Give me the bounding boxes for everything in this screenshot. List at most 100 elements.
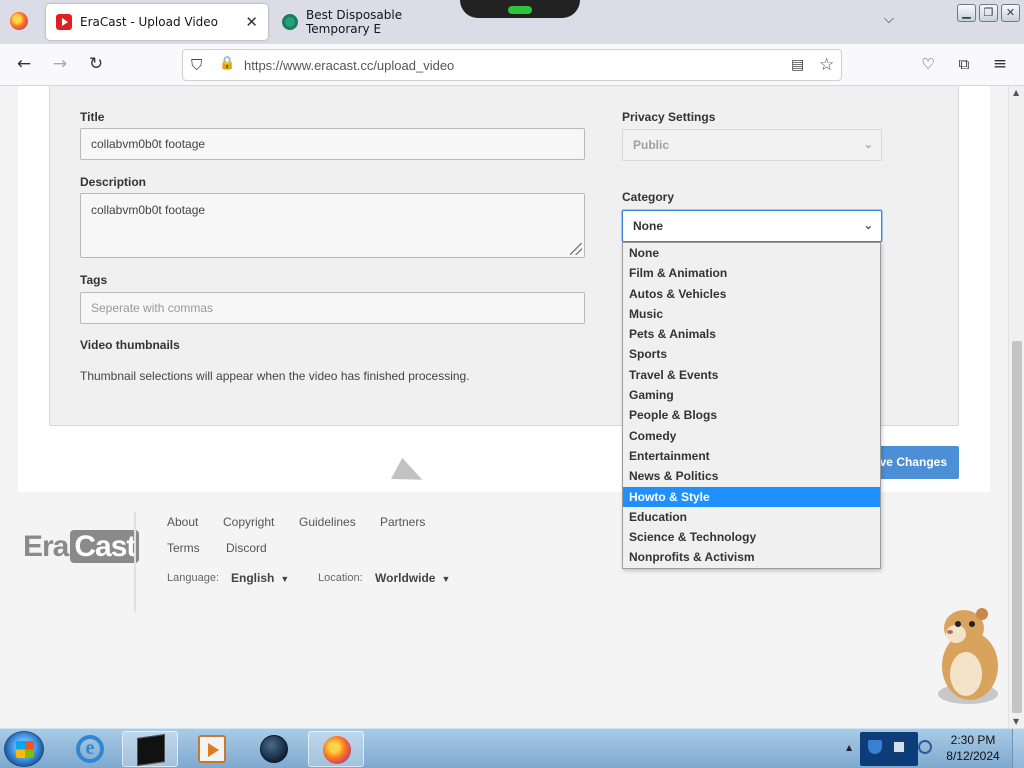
privacy-value: Public: [633, 138, 670, 152]
show-hidden-icons-icon[interactable]: ▲: [846, 743, 852, 752]
menu-icon[interactable]: ≡: [990, 54, 1010, 74]
clock-time: 2:30 PM: [950, 733, 996, 747]
category-option[interactable]: Gaming: [623, 385, 880, 405]
category-option[interactable]: Howto & Style: [623, 486, 880, 507]
desktop-hamster-pet: [938, 608, 998, 704]
privacy-label: Privacy Settings: [622, 110, 716, 124]
category-value: None: [633, 219, 663, 233]
tab-strip: EraCast - Upload Video ✕ Best Disposable…: [0, 0, 1024, 44]
desktop-pet-top: [460, 0, 580, 18]
list-all-tabs-icon[interactable]: ⌵: [884, 12, 894, 27]
category-option[interactable]: None: [623, 243, 880, 263]
title-label: Title: [80, 110, 105, 124]
category-option[interactable]: Film & Animation: [623, 263, 880, 283]
category-option[interactable]: People & Blogs: [623, 405, 880, 425]
logo-cast: Cast: [70, 530, 140, 563]
maximize-button[interactable]: ❐: [979, 4, 998, 22]
pocket-icon[interactable]: ♡: [918, 54, 938, 74]
taskbar-globe-app[interactable]: [246, 731, 302, 767]
category-option[interactable]: Nonprofits & Activism: [623, 547, 880, 567]
terminal-icon: [137, 734, 165, 766]
location-selector[interactable]: Worldwide ▼: [375, 571, 450, 585]
footer-link-discord[interactable]: Discord: [226, 541, 267, 555]
footer-divider: [134, 512, 136, 612]
close-window-button[interactable]: ✕: [1001, 4, 1020, 22]
address-bar[interactable]: ⛉ 🔒 https://www.eracast.cc/upload_video …: [182, 49, 842, 81]
close-tab-icon[interactable]: ✕: [245, 13, 258, 31]
location-label: Location:: [318, 572, 363, 584]
tags-input[interactable]: Seperate with commas: [80, 292, 585, 324]
category-select[interactable]: None ⌄: [622, 210, 882, 242]
scrollbar-thumb[interactable]: [1012, 341, 1022, 713]
category-label: Category: [622, 190, 675, 204]
title-input[interactable]: collabvm0b0t footage: [80, 128, 585, 160]
forward-icon[interactable]: →: [50, 54, 70, 74]
tags-label: Tags: [80, 273, 108, 287]
resize-handle-icon[interactable]: [570, 243, 582, 255]
clock-date: 8/12/2024: [946, 749, 1000, 763]
volume-icon[interactable]: [918, 740, 932, 754]
category-option[interactable]: Science & Technology: [623, 527, 880, 547]
start-button[interactable]: [4, 731, 44, 767]
category-option[interactable]: Autos & Vehicles: [623, 284, 880, 304]
bookmark-star-icon[interactable]: ☆: [819, 55, 834, 75]
chevron-down-icon: ⌄: [863, 139, 873, 151]
lock-icon[interactable]: 🔒: [219, 56, 235, 71]
eracast-logo[interactable]: Era Cast: [23, 530, 140, 564]
category-option[interactable]: News & Politics: [623, 466, 880, 486]
category-option[interactable]: Music: [623, 304, 880, 324]
back-icon[interactable]: ←: [14, 54, 34, 74]
description-textarea[interactable]: collabvm0b0t footage: [80, 193, 585, 258]
eracast-favicon-icon: [56, 14, 72, 30]
language-value: English: [231, 571, 275, 585]
windows-taskbar: e ▲ 2:30 PM 8/12/2024: [0, 728, 1024, 768]
firefox-icon[interactable]: [10, 12, 28, 30]
caret-down-icon: ▼: [441, 574, 451, 584]
navigation-toolbar: ← → ↻ ⛉ 🔒 https://www.eracast.cc/upload_…: [0, 44, 1024, 86]
category-option[interactable]: Pets & Animals: [623, 324, 880, 344]
tracking-protection-icon[interactable]: ⛉: [191, 56, 202, 74]
language-label: Language:: [167, 572, 219, 584]
category-option[interactable]: Comedy: [623, 426, 880, 446]
taskbar-clock[interactable]: 2:30 PM 8/12/2024: [940, 732, 1006, 764]
taskbar-media-player[interactable]: [184, 731, 240, 767]
thumbnails-note: Thumbnail selections will appear when th…: [80, 369, 470, 383]
extensions-icon[interactable]: ⧉: [954, 54, 974, 74]
window-controls: ▁ ❐ ✕: [957, 4, 1020, 22]
category-option[interactable]: Entertainment: [623, 446, 880, 466]
globe-icon: [260, 735, 288, 763]
footer-link-guidelines[interactable]: Guidelines: [299, 515, 356, 529]
category-option[interactable]: Sports: [623, 344, 880, 364]
footer-link-terms[interactable]: Terms: [167, 541, 200, 555]
internet-explorer-icon: e: [76, 735, 104, 763]
footer-link-about[interactable]: About: [167, 515, 198, 529]
tab-title: EraCast - Upload Video: [80, 15, 218, 29]
scroll-down-icon[interactable]: ▼: [1013, 717, 1019, 726]
reader-view-icon[interactable]: ▤: [791, 57, 804, 73]
language-selector[interactable]: English ▼: [231, 571, 289, 585]
network-icon[interactable]: [892, 740, 906, 754]
category-option[interactable]: Travel & Events: [623, 365, 880, 385]
reload-icon[interactable]: ↻: [86, 54, 106, 74]
show-desktop-button[interactable]: [1012, 729, 1024, 768]
logo-era: Era: [23, 530, 69, 563]
chevron-down-icon: ⌄: [863, 220, 873, 232]
footer-link-partners[interactable]: Partners: [380, 515, 425, 529]
category-dropdown-list: None Film & Animation Autos & Vehicles Musi…: [622, 242, 881, 569]
description-label: Description: [80, 175, 147, 189]
tab-disposable-email[interactable]: Best Disposable Temporary E: [272, 4, 472, 40]
taskbar-terminal[interactable]: [122, 731, 178, 767]
taskbar-firefox[interactable]: [308, 731, 364, 767]
privacy-select[interactable]: Public ⌄: [622, 129, 882, 161]
category-option[interactable]: Education: [623, 507, 880, 527]
security-shield-icon[interactable]: [868, 740, 882, 754]
media-player-icon: [198, 735, 226, 763]
site-favicon-icon: [282, 14, 298, 30]
vertical-scrollbar[interactable]: ▲ ▼: [1008, 86, 1024, 728]
taskbar-internet-explorer[interactable]: e: [62, 731, 118, 767]
url-text[interactable]: https://www.eracast.cc/upload_video: [244, 58, 454, 73]
tab-eracast-upload[interactable]: EraCast - Upload Video ✕: [46, 4, 268, 40]
scroll-up-icon[interactable]: ▲: [1013, 88, 1019, 97]
footer-link-copyright[interactable]: Copyright: [223, 515, 274, 529]
minimize-button[interactable]: ▁: [957, 4, 976, 22]
